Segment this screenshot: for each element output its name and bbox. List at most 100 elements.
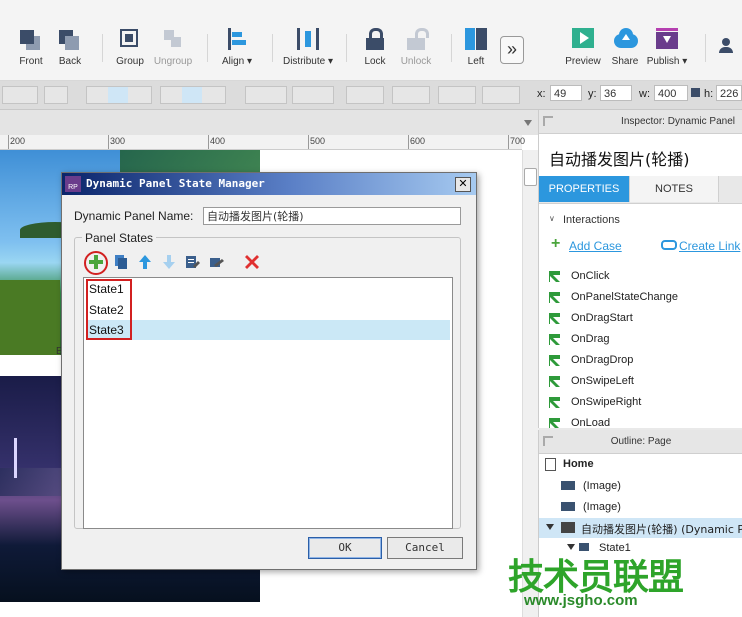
ruler-tick [8,135,9,149]
tab-notes[interactable]: NOTES [629,176,719,202]
scrollbar-thumb[interactable] [524,168,537,186]
more-chevron-icon: » [506,39,517,59]
y-label: y: [588,88,597,100]
page-menu-chevron-icon[interactable] [524,120,532,126]
event-cursor-icon [549,334,560,345]
ruler-tick [308,135,309,149]
create-link-link[interactable]: Create Link [679,239,740,253]
outline-item[interactable]: (Image) [583,480,621,492]
collapse-arrow-icon[interactable] [543,116,553,126]
event-item[interactable]: OnDragDrop [549,354,633,366]
outline-item[interactable]: (Image) [583,501,621,513]
event-item[interactable]: OnSwipeLeft [549,375,634,387]
add-case-link[interactable]: Add Case [569,239,622,253]
shadow-dropdown[interactable] [292,86,334,104]
ungroup-label: Ungroup [153,56,193,67]
rp-app-icon: RP [65,176,81,192]
preview-icon [572,28,594,50]
edit-all-states-button[interactable] [210,255,224,269]
state-item[interactable]: State2 [86,300,450,320]
outline-item[interactable]: 自动播发图片(轮播) (Dynamic Pa [581,521,742,537]
ruler-tick [108,135,109,149]
image-icon [561,481,575,490]
fill-color-dropdown[interactable] [245,86,287,104]
align-label: Align ▾ [221,56,253,67]
interactions-label: Interactions [563,214,620,226]
event-label: OnSwipeLeft [571,375,634,387]
line-style-dropdown[interactable] [438,86,476,104]
event-label: OnDrag [571,333,610,345]
delete-state-button[interactable] [245,255,259,269]
w-input[interactable]: 400 [654,85,688,101]
dialog-title: Dynamic Panel State Manager [86,177,265,190]
arrow-up-icon [139,255,151,269]
distribute-button[interactable]: Distribute ▾ [278,28,338,67]
y-input[interactable]: 36 [600,85,632,101]
bring-front-icon [20,28,42,50]
dialog-titlebar[interactable]: RP Dynamic Panel State Manager ✕ [62,173,476,195]
add-state-button[interactable] [89,255,103,269]
ruler-tick [208,135,209,149]
list-format-button[interactable] [44,86,68,104]
ruler-label: 300 [110,136,126,146]
font-color-dropdown[interactable] [2,86,38,104]
collapse-arrow-icon[interactable] [543,436,553,446]
ruler-label: 400 [210,136,226,146]
event-item[interactable]: OnPanelStateChange [549,291,678,303]
left-button[interactable]: Left [446,28,506,67]
state-item[interactable]: State1 [86,279,450,299]
ungroup-button[interactable]: Ungroup [143,28,203,67]
event-item[interactable]: OnSwipeRight [549,396,641,408]
event-item[interactable]: OnClick [549,270,610,282]
horizontal-ruler: 200 300 400 500 600 700 [0,135,525,150]
event-item[interactable]: OnDragStart [549,312,633,324]
states-highlight-box [86,279,132,340]
x-input[interactable]: 49 [550,85,582,101]
line-width-dropdown[interactable] [392,86,430,104]
event-item[interactable]: OnLoad [549,417,611,428]
create-link-icon [661,240,677,250]
toolbar-divider [705,34,706,62]
lock-aspect-icon[interactable] [691,88,700,97]
unlock-button[interactable]: Unlock [386,28,446,67]
format-toolbar: x: 49 y: 36 w: 400 h: 226 [0,81,742,110]
move-up-button[interactable] [138,255,152,269]
panel-name-input[interactable]: 自动播发图片(轮播) [203,207,461,225]
tab-properties[interactable]: PROPERTIES [539,176,629,202]
send-back-icon [59,28,81,50]
inspector-panel: Inspector: Dynamic Panel 自动播发图片(轮播) PROP… [538,110,742,428]
event-label: OnLoad [571,417,611,428]
unlock-icon [405,28,429,50]
move-down-button[interactable] [162,255,176,269]
edit-state-button[interactable] [186,255,200,269]
interactions-chevron-icon[interactable]: ∨ [549,214,555,223]
canvas-vertical-scrollbar[interactable] [522,150,539,617]
duplicate-state-button[interactable] [114,255,128,269]
event-label: OnClick [571,270,610,282]
cancel-button[interactable]: Cancel [387,537,463,559]
ruler-label: 500 [310,136,326,146]
publish-button[interactable]: Publish ▾ [637,28,697,67]
user-account-button[interactable] [716,36,736,56]
event-cursor-icon [549,313,560,324]
vertical-align-buttons[interactable] [160,86,226,104]
canvas-tabs-bar [0,110,538,135]
arrow-style-dropdown[interactable] [482,86,520,104]
event-list: OnClick OnPanelStateChange OnDragStart O… [539,258,742,428]
close-button[interactable]: ✕ [455,177,471,192]
ok-button[interactable]: OK [308,537,382,559]
event-item[interactable]: OnDrag [549,333,610,345]
event-cursor-icon [549,418,560,428]
more-tools-button[interactable]: » [500,36,524,64]
event-label: OnDragStart [571,312,633,324]
align-button[interactable]: Align ▾ [207,28,267,67]
expand-triangle-icon[interactable] [546,524,554,530]
text-align-buttons[interactable] [86,86,152,104]
ruler-label: 200 [10,136,26,146]
panel-name-heading: 自动播发图片(轮播) [549,150,690,169]
back-button[interactable]: Back [40,28,100,67]
outline-home[interactable]: Home [563,458,594,470]
state-item-selected[interactable]: State3 [86,320,450,340]
line-color-dropdown[interactable] [346,86,384,104]
h-input[interactable]: 226 [716,85,742,101]
